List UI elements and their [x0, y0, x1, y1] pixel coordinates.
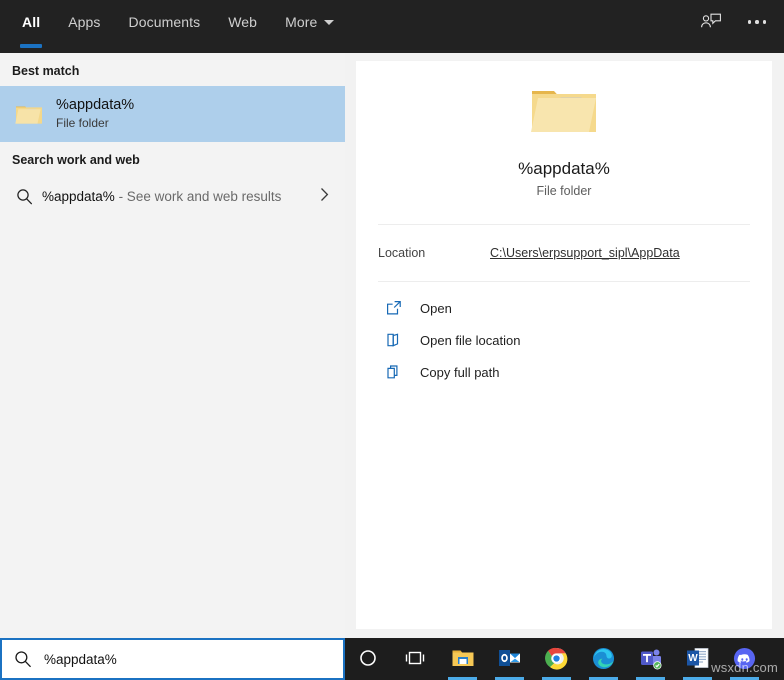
tab-documents-label: Documents [129, 14, 201, 30]
web-result-row[interactable]: %appdata% - See work and web results [0, 175, 345, 217]
cortana-icon [357, 647, 381, 671]
action-open-file-location-label: Open file location [420, 333, 520, 348]
preview-location-row: Location C:\Users\erpsupport_sipl\AppDat… [356, 225, 772, 281]
preview-title: %appdata% [356, 157, 772, 181]
header-actions [698, 0, 784, 44]
open-external-icon [384, 300, 404, 316]
taskbar-item-cortana[interactable] [345, 638, 392, 680]
word-icon: W [686, 647, 710, 671]
action-open[interactable]: Open [356, 292, 772, 324]
best-match-result[interactable]: %appdata% File folder [0, 86, 345, 142]
tab-more[interactable]: More [271, 0, 348, 44]
web-result-query: %appdata% [42, 189, 115, 204]
taskbar-item-discord[interactable] [721, 638, 768, 680]
preview-pane: %appdata% File folder Location C:\Users\… [356, 61, 772, 629]
preview-location-label: Location [378, 246, 490, 260]
best-match-text: %appdata% File folder [56, 96, 134, 132]
svg-text:W: W [688, 653, 698, 664]
results-panel: Best match %appdata% [0, 53, 345, 638]
search-icon [2, 650, 44, 668]
best-match-title: %appdata% [56, 96, 134, 115]
best-match-subtitle: File folder [56, 115, 134, 132]
ellipsis-icon[interactable] [744, 9, 770, 35]
taskbar-item-outlook[interactable] [486, 638, 533, 680]
search-input-value[interactable]: %appdata% [44, 652, 117, 667]
folder-icon-large [528, 83, 600, 143]
task-view-icon [404, 647, 428, 671]
preview-location-path[interactable]: C:\Users\erpsupport_sipl\AppData [490, 246, 680, 260]
tab-apps[interactable]: Apps [54, 0, 114, 44]
preview-actions: Open Open file location [356, 282, 772, 388]
chevron-down-icon [324, 20, 334, 25]
preview-subtitle: File folder [356, 184, 772, 198]
feedback-person-icon[interactable] [698, 9, 724, 35]
tab-web[interactable]: Web [214, 0, 271, 44]
tab-all[interactable]: All [8, 0, 54, 44]
action-open-label: Open [420, 301, 452, 316]
teams-icon [639, 647, 663, 671]
file-explorer-icon [451, 647, 475, 671]
taskbar-item-word[interactable]: W [674, 638, 721, 680]
chevron-right-icon[interactable] [320, 187, 333, 206]
dot [748, 20, 752, 24]
taskbar-item-edge[interactable] [580, 638, 627, 680]
preview-header: %appdata% File folder [356, 61, 772, 198]
tab-documents[interactable]: Documents [115, 0, 215, 44]
taskbar-item-file-explorer[interactable] [439, 638, 486, 680]
dot [755, 20, 759, 24]
windows-search-overlay: All Apps Documents Web More [0, 0, 784, 680]
search-icon [12, 188, 36, 205]
tab-active-underline [20, 44, 42, 48]
taskbar-item-teams[interactable] [627, 638, 674, 680]
edge-icon [592, 647, 616, 671]
web-result-label: %appdata% - See work and web results [42, 189, 281, 204]
taskbar-search-box[interactable]: %appdata% [0, 638, 345, 680]
web-result-suffix: - See work and web results [115, 189, 282, 204]
folder-icon [12, 97, 46, 131]
tab-apps-label: Apps [68, 14, 100, 30]
folder-open-icon [384, 332, 404, 348]
search-work-web-header: Search work and web [0, 142, 345, 175]
chrome-icon [545, 647, 569, 671]
tab-web-label: Web [228, 14, 257, 30]
taskbar: W wsxdn.com [345, 638, 784, 680]
tab-more-label: More [285, 14, 317, 30]
dot [763, 20, 767, 24]
action-copy-full-path-label: Copy full path [420, 365, 500, 380]
taskbar-item-task-view[interactable] [392, 638, 439, 680]
action-copy-full-path[interactable]: Copy full path [356, 356, 772, 388]
discord-icon [733, 647, 757, 671]
best-match-header: Best match [0, 53, 345, 86]
copy-icon [384, 364, 404, 380]
tab-all-label: All [22, 14, 40, 30]
search-tab-bar: All Apps Documents Web More [0, 0, 348, 44]
taskbar-item-chrome[interactable] [533, 638, 580, 680]
outlook-icon [498, 647, 522, 671]
action-open-file-location[interactable]: Open file location [356, 324, 772, 356]
search-header: All Apps Documents Web More [0, 0, 784, 53]
